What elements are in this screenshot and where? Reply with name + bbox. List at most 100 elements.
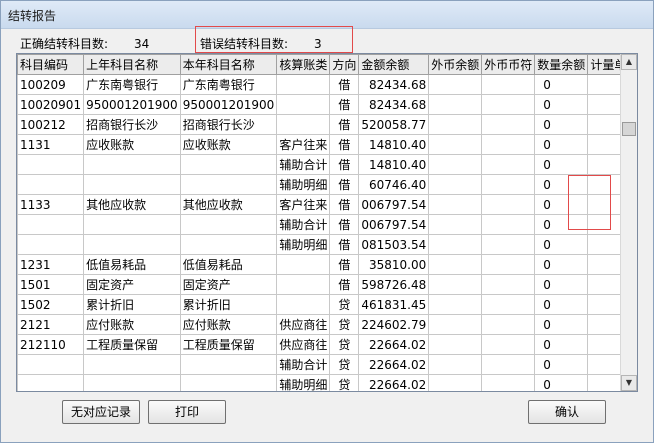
cell-fx-symbol: [481, 114, 536, 135]
cell-acct-type: 辅助明细: [276, 374, 331, 391]
vertical-scrollbar[interactable]: ▲ ▼: [620, 54, 637, 391]
scroll-down-arrow-icon[interactable]: ▼: [621, 375, 637, 391]
cell-fx-balance: [428, 114, 483, 135]
cell-prev-name: [83, 154, 181, 175]
cell-prev-name: 广东南粤银行: [83, 74, 181, 95]
column-header-curr-name[interactable]: 本年科目名称: [179, 54, 278, 75]
print-button[interactable]: 打印: [148, 400, 226, 424]
table-row[interactable]: 辅助合计借 006797.54 0: [17, 214, 637, 235]
confirm-button[interactable]: 确认: [528, 400, 606, 424]
cell-direction: 借: [329, 154, 360, 175]
cell-direction: 借: [329, 254, 360, 275]
cell-fx-symbol: [481, 94, 536, 115]
cell-acct-type: 辅助合计: [276, 214, 331, 235]
cell-prev-name: 应付账款: [83, 314, 181, 335]
cell-code: 1131: [17, 134, 85, 155]
cell-curr-name: [179, 234, 278, 255]
cell-prev-name: 950001201900: [83, 94, 181, 115]
cell-fx-balance: [428, 314, 483, 335]
no-match-record-button[interactable]: 无对应记录: [62, 400, 140, 424]
cell-direction: 贷: [329, 374, 360, 391]
cell-qty-balance: 0: [534, 314, 589, 335]
cell-prev-name: 招商银行长沙: [83, 114, 181, 135]
cell-prev-name: 固定资产: [83, 274, 181, 295]
cell-fx-symbol: [481, 194, 536, 215]
cell-fx-balance: [428, 354, 483, 375]
table-row[interactable]: 辅助合计贷 22664.02 0: [17, 354, 637, 375]
table-row[interactable]: 212110工程质量保留工程质量保留供应商往贷22664.020Y: [17, 334, 637, 355]
cell-amount: 006797.54: [358, 194, 430, 215]
cell-curr-name: 招商银行长沙: [179, 114, 278, 135]
table-row[interactable]: 1133其他应收款其他应收款客户往来借006797.540×: [17, 194, 637, 215]
cell-qty-balance: 0: [534, 354, 589, 375]
cell-fx-balance: [428, 194, 483, 215]
table-row[interactable]: 100212招商银行长沙招商银行长沙借520058.770Y: [17, 114, 637, 135]
cell-code: [17, 234, 85, 255]
cell-prev-name: 应收账款: [83, 134, 181, 155]
cell-prev-name: [83, 214, 181, 235]
correct-count-summary: 正确结转科目数: 34: [20, 35, 149, 52]
cell-curr-name: 应收账款: [179, 134, 278, 155]
table-row[interactable]: 辅助明细借 081503.54 0: [17, 234, 637, 255]
cell-qty-balance: 0: [534, 94, 589, 115]
cell-amount: 224602.79: [358, 314, 430, 335]
table-row[interactable]: 2121应付账款应付账款供应商往贷224602.790Y: [17, 314, 637, 335]
cell-prev-name: 其他应收款: [83, 194, 181, 215]
cell-amount: 82434.68: [358, 94, 430, 115]
column-header-code[interactable]: 科目编码: [17, 54, 85, 75]
table-row[interactable]: 1131应收账款应收账款客户往来借14810.400×: [17, 134, 637, 155]
cell-qty-balance: 0: [534, 374, 589, 391]
cell-curr-name: 工程质量保留: [179, 334, 278, 355]
column-header-fx-balance[interactable]: 外币余额: [428, 54, 483, 75]
cell-acct-type: [276, 74, 331, 95]
cell-qty-balance: 0: [534, 154, 589, 175]
table-row[interactable]: 1231低值易耗品低值易耗品借35810.000Y: [17, 254, 637, 275]
column-header-fx-symbol[interactable]: 外币币符: [481, 54, 536, 75]
cell-fx-symbol: [481, 174, 536, 195]
window-title: 结转报告: [8, 9, 57, 23]
cell-code: 100212: [17, 114, 85, 135]
table-row[interactable]: 1501固定资产固定资产借598726.480Y: [17, 274, 637, 295]
cell-direction: 贷: [329, 354, 360, 375]
cell-qty-balance: 0: [534, 134, 589, 155]
cell-amount: 82434.68: [358, 74, 430, 95]
cell-fx-symbol: [481, 314, 536, 335]
scrollbar-thumb[interactable]: [622, 122, 636, 136]
cell-amount: 14810.40: [358, 154, 430, 175]
cell-fx-balance: [428, 214, 483, 235]
column-header-acct-type[interactable]: 核算账类: [276, 54, 331, 75]
table-row[interactable]: 辅助明细贷 22664.02 0: [17, 374, 637, 391]
column-header-prev-name[interactable]: 上年科目名称: [83, 54, 181, 75]
cell-curr-name: [179, 354, 278, 375]
cell-acct-type: [276, 254, 331, 275]
result-table: 科目编码 上年科目名称 本年科目名称 核算账类 方向 金额余额 外币余额 外币币符 数量余额 计量…: [17, 54, 637, 391]
table-row[interactable]: 100209广东南粤银行广东南粤银行借82434.680Y: [17, 74, 637, 95]
cell-amount: 60746.40: [358, 174, 430, 195]
cell-qty-balance: 0: [534, 254, 589, 275]
cell-code: [17, 374, 85, 391]
column-header-qty-balance[interactable]: 数量余额: [534, 54, 589, 75]
cell-fx-symbol: [481, 334, 536, 355]
cell-prev-name: [83, 354, 181, 375]
cell-acct-type: 辅助明细: [276, 234, 331, 255]
table-row[interactable]: 辅助合计借 14810.40 0: [17, 154, 637, 175]
cell-fx-symbol: [481, 254, 536, 275]
column-header-amount[interactable]: 金额余额: [358, 54, 430, 75]
table-row[interactable]: 1502累计折旧累计折旧贷461831.450Y: [17, 294, 637, 315]
cell-amount: 461831.45: [358, 294, 430, 315]
cell-direction: 借: [329, 114, 360, 135]
table-row[interactable]: 辅助明细借 60746.40 0: [17, 174, 637, 195]
cell-code: 100209: [17, 74, 85, 95]
cell-direction: 借: [329, 174, 360, 195]
cell-qty-balance: 0: [534, 334, 589, 355]
cell-acct-type: 供应商往: [276, 334, 331, 355]
column-header-direction[interactable]: 方向: [329, 54, 360, 75]
table-row[interactable]: 10020901 950001201900 950001201900 借 82434.6…: [17, 94, 637, 115]
cell-acct-type: [276, 114, 331, 135]
scroll-up-arrow-icon[interactable]: ▲: [621, 54, 637, 70]
cell-amount: 14810.40: [358, 134, 430, 155]
cell-fx-balance: [428, 374, 483, 391]
cell-curr-name: 950001201900: [179, 94, 278, 115]
cell-direction: 借: [329, 194, 360, 215]
cell-fx-symbol: [481, 134, 536, 155]
